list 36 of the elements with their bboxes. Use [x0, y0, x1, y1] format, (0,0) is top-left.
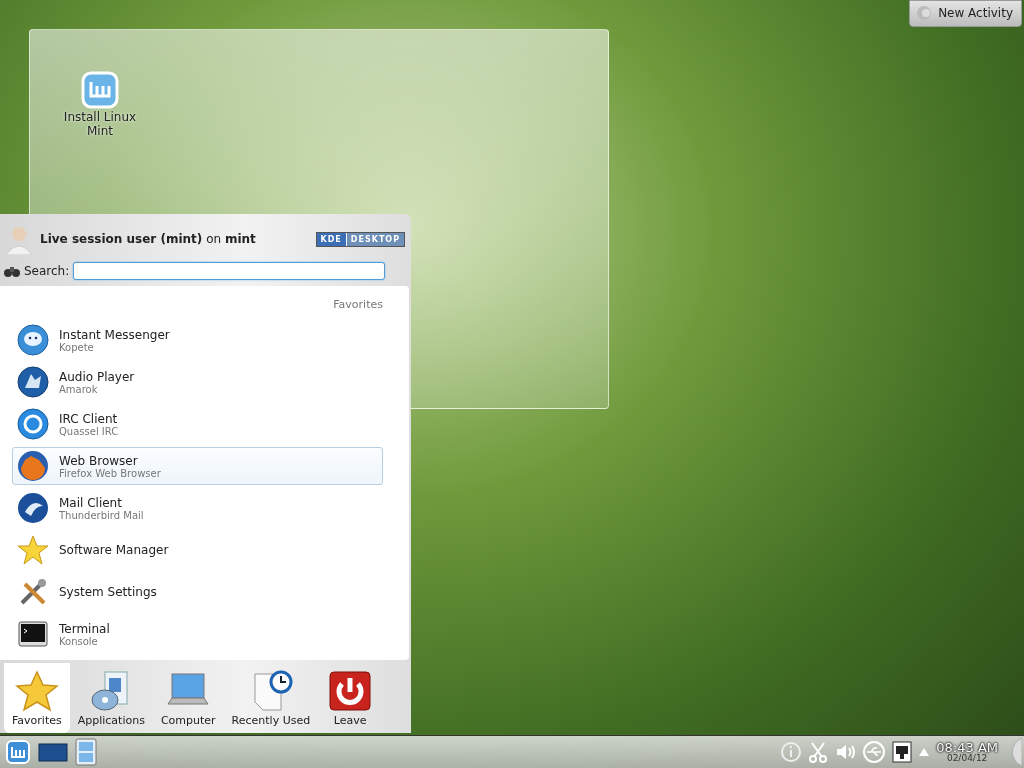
power-icon	[328, 670, 373, 712]
clock-date[interactable]: 02/04/12	[946, 754, 988, 763]
desktop-icon-label[interactable]: Install Linux Mint	[60, 110, 140, 138]
file-cabinet-icon[interactable]	[74, 738, 98, 766]
favorite-item[interactable]: Software Manager	[12, 531, 383, 569]
search-label: Search:	[24, 264, 70, 278]
new-activity-button[interactable]: New Activity	[909, 0, 1022, 27]
speech-bubble-icon	[17, 324, 49, 356]
mint-logo-icon[interactable]	[4, 738, 32, 766]
favorite-item[interactable]: Audio Player Amarok	[12, 363, 383, 401]
favorite-item[interactable]: Mail Client Thunderbird Mail	[12, 489, 383, 527]
favorite-item[interactable]: Instant Messenger Kopete	[12, 321, 383, 359]
menu-tab[interactable]: Applications	[69, 663, 153, 733]
kde-desktop-logo: KDE DESKTOP	[315, 231, 405, 247]
menu-tab[interactable]: Recently Used	[223, 663, 319, 733]
favorite-item[interactable]: System Settings	[12, 573, 383, 611]
favorite-item[interactable]: Web Browser Firefox Web Browser	[12, 447, 383, 485]
menu-tab[interactable]: Leave	[318, 663, 383, 733]
search-field[interactable]	[73, 262, 385, 280]
menu-tab[interactable]: Favorites	[4, 663, 70, 733]
section-title: Favorites	[333, 298, 383, 311]
scissors-icon[interactable]	[808, 741, 829, 763]
session-user-text: Live session user (mint) on mint	[40, 232, 257, 246]
mint-logo-icon	[80, 70, 120, 110]
terminal-icon	[17, 618, 49, 650]
star-icon	[14, 670, 59, 712]
star-icon	[17, 534, 49, 566]
desktop-icon[interactable]	[38, 741, 68, 763]
favorite-item[interactable]: IRC Client Quassel IRC	[12, 405, 383, 443]
network-icon[interactable]	[892, 741, 913, 763]
up-arrow-icon[interactable]	[918, 747, 931, 757]
favorite-item[interactable]: Terminal Konsole	[12, 615, 383, 653]
info-icon[interactable]	[780, 741, 803, 763]
usb-icon[interactable]	[862, 740, 887, 764]
binoculars-icon	[4, 264, 20, 278]
menu-tab[interactable]: Computer	[152, 663, 224, 733]
